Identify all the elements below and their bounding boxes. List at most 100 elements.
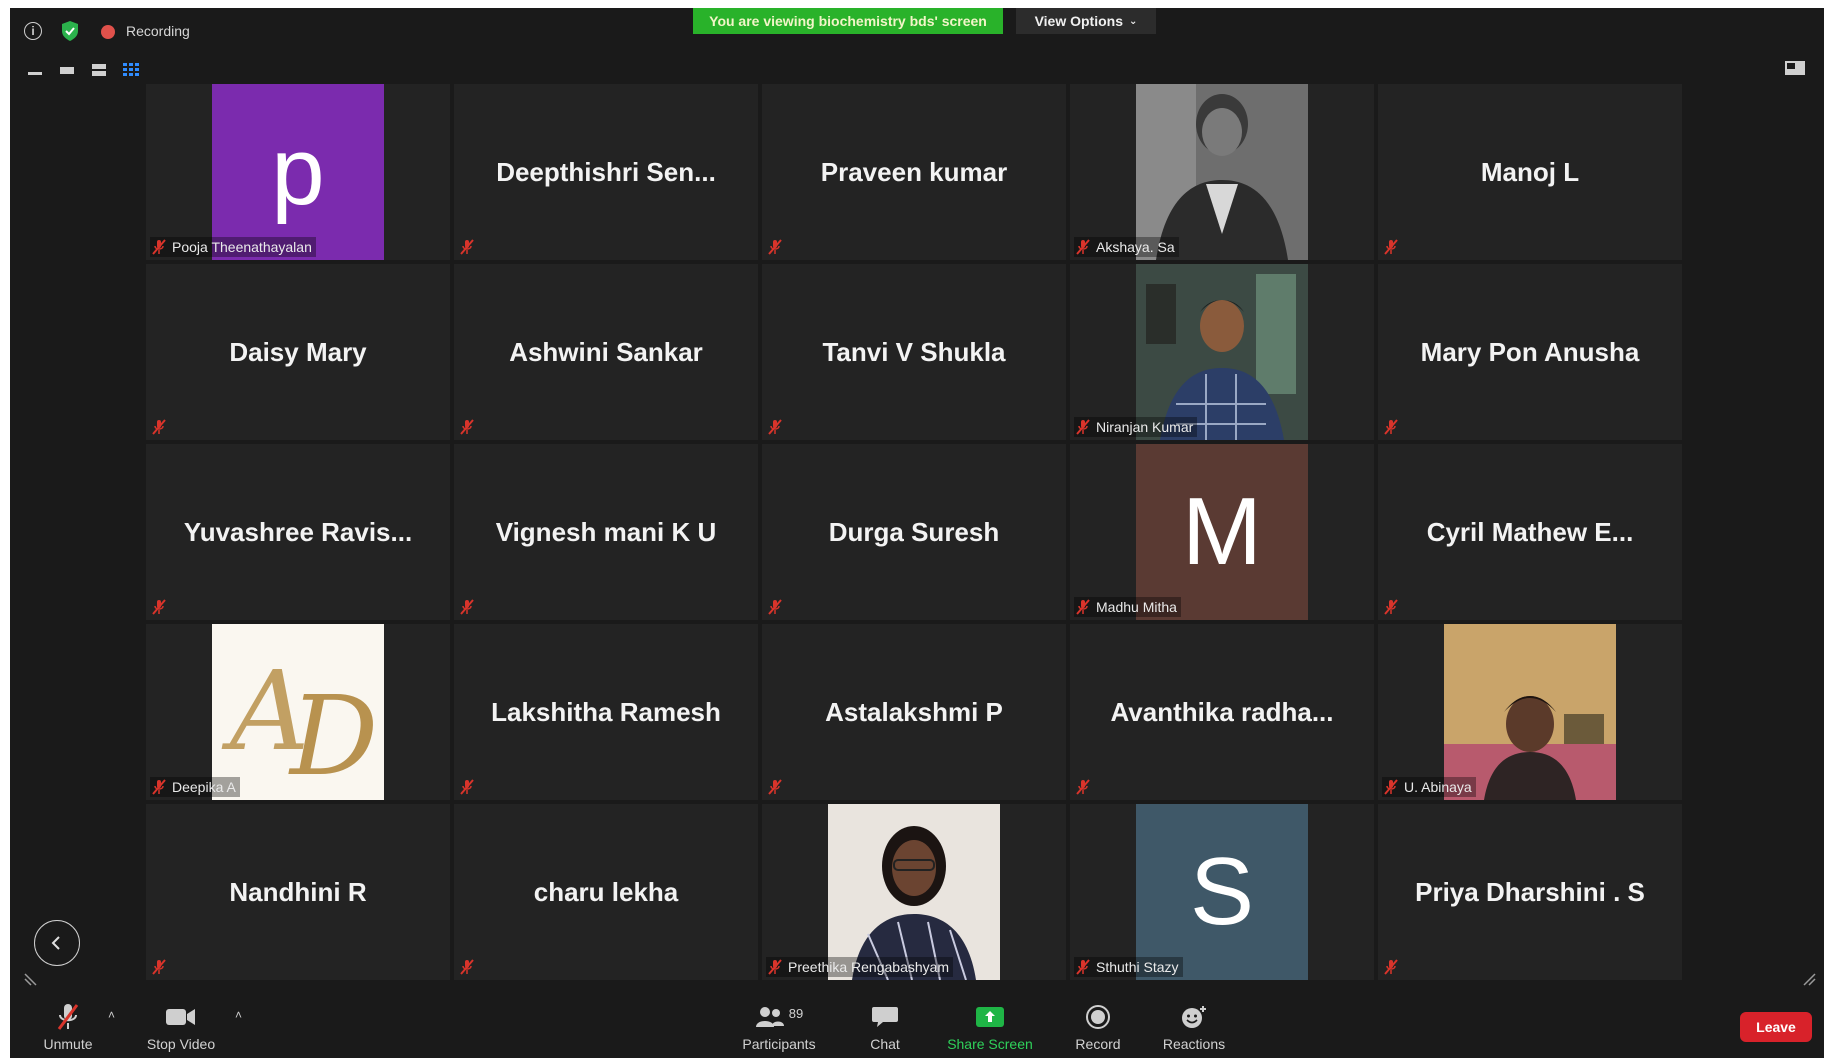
participant-tile[interactable]: Preethika Rengabashyam (762, 804, 1066, 980)
participant-name-label: Niranjan Kumar (1096, 419, 1194, 435)
exit-fullscreen-icon[interactable] (1784, 60, 1806, 76)
reactions-icon (1182, 1006, 1206, 1028)
view-options-label: View Options (1034, 13, 1124, 29)
participant-display-name: Ashwini Sankar (509, 336, 703, 367)
record-label: Record (1075, 1036, 1121, 1052)
participant-tile[interactable]: Deepthishri Sen... (454, 84, 758, 260)
speaker-strip-icon[interactable] (58, 63, 76, 77)
avatar: p (212, 84, 384, 260)
participant-tile[interactable]: Niranjan Kumar (1070, 264, 1374, 440)
participant-name-label: Madhu Mitha (1096, 599, 1177, 615)
participant-display-name: Yuvashree Ravis... (183, 516, 413, 547)
muted-microphone-icon (150, 238, 168, 256)
muted-microphone-icon (766, 418, 784, 436)
participant-display-name: Cyril Mathew E... (1426, 516, 1634, 547)
avatar-letter: S (1189, 838, 1255, 945)
participant-tile[interactable]: Nandhini R (146, 804, 450, 980)
participant-display-name: charu lekha (533, 876, 679, 907)
name-tag (150, 957, 172, 977)
name-tag: U. Abinaya (1382, 777, 1476, 797)
muted-microphone-icon (1074, 238, 1092, 256)
participant-name-label: U. Abinaya (1404, 779, 1472, 795)
participant-tile[interactable]: U. Abinaya (1378, 624, 1682, 800)
minimize-layout-icon[interactable] (26, 63, 44, 77)
name-tag (458, 957, 480, 977)
participant-tile[interactable]: Praveen kumar (762, 84, 1066, 260)
participants-button[interactable]: 89 Participants (734, 1000, 824, 1058)
participant-video (828, 804, 1000, 980)
recording-icon[interactable] (101, 25, 115, 39)
info-icon[interactable]: i (24, 22, 42, 40)
unmute-label: Unmute (43, 1036, 93, 1052)
participant-tile[interactable]: Cyril Mathew E... (1378, 444, 1682, 620)
participant-tile[interactable]: M Madhu Mitha (1070, 444, 1374, 620)
name-tag (1382, 957, 1404, 977)
participant-tile[interactable]: Mary Pon Anusha (1378, 264, 1682, 440)
muted-microphone-icon (150, 598, 168, 616)
participant-tile[interactable]: Yuvashree Ravis... (146, 444, 450, 620)
previous-page-button[interactable] (34, 920, 80, 966)
gallery-view-icon[interactable] (122, 63, 140, 77)
participant-tile[interactable]: Durga Suresh (762, 444, 1066, 620)
top-bar: i Recording You are viewing biochemistry… (10, 8, 1824, 50)
unmute-button[interactable]: ˄ Unmute (32, 1000, 115, 1058)
record-icon (1086, 1005, 1110, 1029)
participant-tile[interactable]: S Sthuthi Stazy (1070, 804, 1374, 980)
svg-text:D: D (288, 672, 378, 800)
leave-button[interactable]: Leave (1740, 1012, 1812, 1042)
participant-display-name: Mary Pon Anusha (1420, 336, 1640, 367)
viewing-screen-banner: You are viewing biochemistry bds' screen (693, 8, 1003, 34)
meeting-toolbar: ˄ Unmute ˄ Stop Video 89 Participants Ch… (10, 1000, 1824, 1058)
resize-handle-icon[interactable] (1800, 970, 1816, 986)
participant-tile[interactable]: A D Deepika A (146, 624, 450, 800)
participant-tile[interactable]: Daisy Mary (146, 264, 450, 440)
participant-tile[interactable]: p Pooja Theenathayalan (146, 84, 450, 260)
view-options-button[interactable]: View Options ⌄ (1016, 8, 1156, 34)
speaker-view-icon[interactable] (90, 63, 108, 77)
recording-label: Recording (126, 23, 190, 39)
participant-tile[interactable]: Avanthika radha... (1070, 624, 1374, 800)
participant-tile[interactable]: Priya Dharshini . S (1378, 804, 1682, 980)
participant-display-name: Daisy Mary (229, 336, 367, 367)
name-tag: Niranjan Kumar (1074, 417, 1198, 437)
muted-microphone-icon (1074, 418, 1092, 436)
muted-microphone-icon (1382, 238, 1400, 256)
name-tag: Akshaya. Sa (1074, 237, 1179, 257)
participant-tile[interactable]: charu lekha (454, 804, 758, 980)
reactions-label: Reactions (1162, 1036, 1226, 1052)
shield-icon[interactable] (59, 20, 81, 42)
record-button[interactable]: Record (1066, 1000, 1130, 1058)
muted-microphone-icon (1382, 778, 1400, 796)
muted-microphone-icon (1382, 958, 1400, 976)
participant-tile[interactable]: Manoj L (1378, 84, 1682, 260)
participant-name-label: Akshaya. Sa (1096, 239, 1175, 255)
chevron-up-icon[interactable]: ˄ (235, 1008, 242, 1022)
chevron-up-icon[interactable]: ˄ (108, 1008, 115, 1022)
stop-video-button[interactable]: ˄ Stop Video (136, 1000, 242, 1058)
participant-tile[interactable]: Ashwini Sankar (454, 264, 758, 440)
participant-name-label: Preethika Rengabashyam (788, 959, 950, 975)
muted-microphone-icon (1074, 598, 1092, 616)
participant-video (1444, 624, 1616, 800)
participant-tile[interactable]: Astalakshmi P (762, 624, 1066, 800)
participant-tile[interactable]: Akshaya. Sa (1070, 84, 1374, 260)
participant-tile[interactable]: Lakshitha Ramesh (454, 624, 758, 800)
chat-button[interactable]: Chat (860, 1000, 910, 1058)
participant-display-name: Priya Dharshini . S (1415, 876, 1645, 907)
participant-name-label: Deepika A (172, 779, 236, 795)
participant-display-name: Astalakshmi P (825, 696, 1003, 727)
participant-tile[interactable]: Vignesh mani K U (454, 444, 758, 620)
name-tag (458, 417, 480, 437)
muted-microphone-icon (766, 598, 784, 616)
name-tag (1382, 417, 1404, 437)
participant-display-name: Tanvi V Shukla (822, 336, 1006, 367)
muted-microphone-icon (766, 238, 784, 256)
participant-tile[interactable]: Tanvi V Shukla (762, 264, 1066, 440)
reactions-button[interactable]: Reactions (1154, 1000, 1234, 1058)
name-tag (1382, 237, 1404, 257)
muted-microphone-icon (458, 238, 476, 256)
name-tag: Preethika Rengabashyam (766, 957, 954, 977)
muted-microphone-icon (1382, 598, 1400, 616)
share-screen-button[interactable]: Share Screen (940, 1000, 1040, 1058)
resize-handle-icon[interactable] (24, 970, 40, 986)
